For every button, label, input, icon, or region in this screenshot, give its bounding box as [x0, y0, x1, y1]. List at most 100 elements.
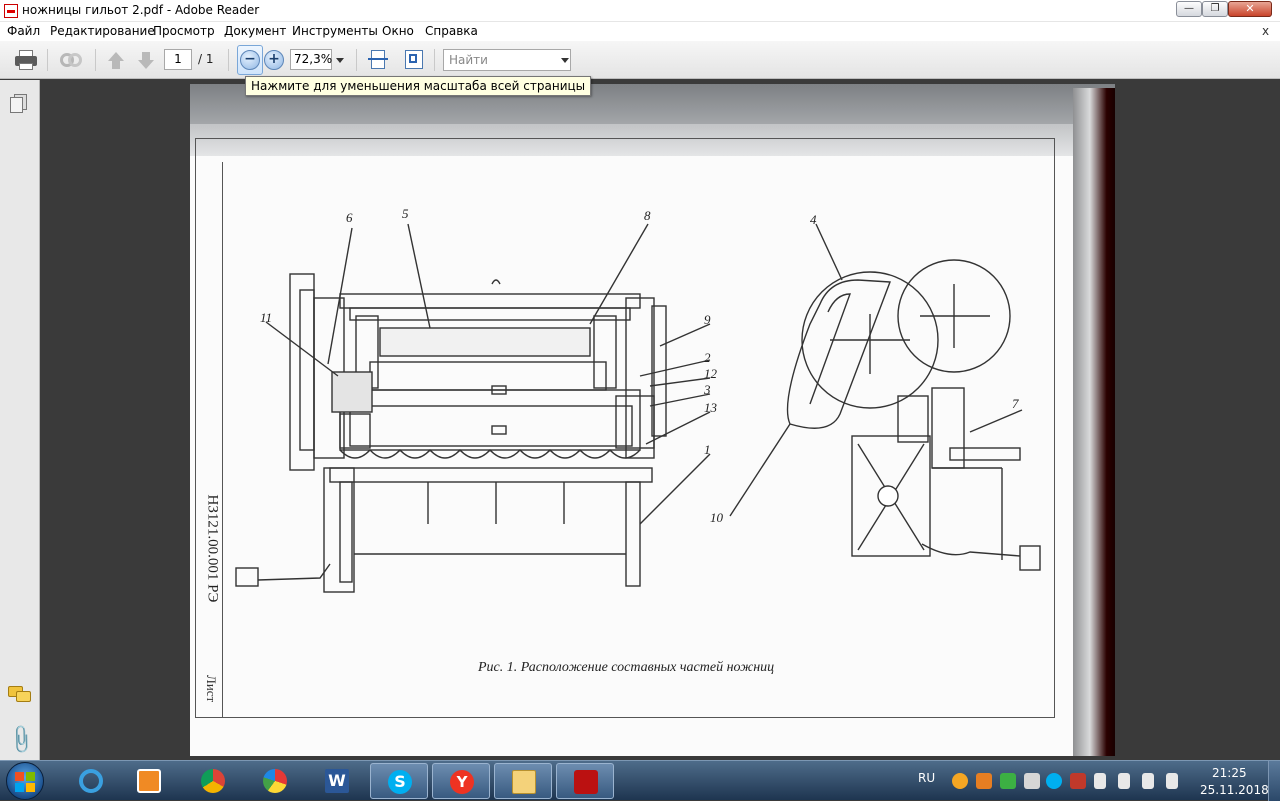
toolbar: 1 / 1 − + 72,3% Найти — [0, 41, 1280, 79]
taskbar-media-player[interactable] — [120, 763, 178, 799]
menu-edit[interactable]: Редактирование — [50, 24, 155, 38]
toolbar-separator — [47, 49, 48, 71]
callout-label: 13 — [704, 400, 718, 415]
fit-page-icon[interactable] — [404, 49, 424, 71]
windows-logo-part — [26, 783, 35, 792]
tray-app-icon[interactable] — [1024, 773, 1040, 789]
window-title: ножницы гильот 2.pdf - Adobe Reader — [22, 3, 260, 17]
minus-icon: − — [244, 51, 256, 67]
navigation-panel: 📎 — [0, 80, 40, 760]
taskbar-adobe-reader[interactable] — [556, 763, 614, 799]
attachments-icon[interactable]: 📎 — [4, 722, 39, 756]
network-icon[interactable] — [1094, 773, 1106, 789]
skype-icon: S — [388, 770, 412, 794]
taskbar-yandex[interactable]: Y — [432, 763, 490, 799]
taskbar-internet-explorer[interactable] — [62, 763, 120, 799]
pdf-page: 6 5 8 9 2 12 3 13 1 11 4 7 10 НЗ121.00.0… — [190, 84, 1115, 756]
comments-icon[interactable] — [8, 686, 32, 704]
callout-label: 3 — [703, 382, 711, 397]
windows-logo-part — [15, 783, 24, 792]
callout-label: 7 — [1012, 396, 1019, 411]
volume-icon[interactable] — [1142, 773, 1154, 789]
file-explorer-icon — [512, 770, 536, 794]
callout-label: 8 — [644, 208, 651, 223]
skype-tray-icon[interactable] — [1046, 773, 1062, 789]
menu-help[interactable]: Справка — [425, 24, 478, 38]
yandex-icon: Y — [450, 770, 474, 794]
toolbar-separator — [95, 49, 96, 71]
callout-label: 2 — [704, 350, 711, 365]
callout-label: 6 — [346, 210, 353, 225]
search-dropdown-icon[interactable] — [561, 58, 569, 63]
search-input[interactable]: Найти — [443, 49, 571, 71]
media-player-icon — [137, 769, 161, 793]
zoom-level-input[interactable]: 72,3% — [290, 49, 332, 70]
zoom-in-button[interactable]: + — [264, 50, 284, 70]
document-close-button[interactable]: x — [1262, 24, 1269, 38]
power-icon[interactable] — [1118, 773, 1130, 789]
close-button[interactable]: ✕ — [1228, 1, 1272, 17]
plus-icon: + — [268, 51, 280, 67]
word-icon: W — [325, 769, 349, 793]
next-page-icon[interactable] — [136, 52, 156, 70]
callout-label: 9 — [704, 312, 711, 327]
minimize-button[interactable]: — — [1176, 1, 1202, 17]
menu-bar: Файл Редактирование Просмотр Документ Ин… — [0, 22, 1280, 41]
language-indicator[interactable]: RU — [918, 771, 935, 785]
callout-label: 10 — [710, 510, 724, 525]
callout-label: 11 — [260, 310, 272, 325]
page-number-input[interactable]: 1 — [164, 49, 192, 70]
tray-app-icon[interactable] — [976, 773, 992, 789]
windows-logo-icon — [15, 772, 24, 781]
tray-app-icon[interactable] — [1070, 773, 1086, 789]
minimize-icon: — — [1184, 3, 1194, 14]
technical-drawing: 6 5 8 9 2 12 3 13 1 11 4 7 10 — [235, 206, 1041, 593]
figure-caption: Рис. 1. Расположение составных частей но… — [478, 660, 775, 675]
zoom-dropdown-icon[interactable] — [336, 58, 344, 63]
taskbar-skype[interactable]: S — [370, 763, 428, 799]
fit-width-icon[interactable] — [368, 49, 388, 71]
scan-page-edge — [1073, 88, 1115, 756]
print-icon[interactable] — [14, 49, 38, 71]
toolbar-separator — [228, 49, 229, 71]
close-icon: ✕ — [1245, 2, 1255, 15]
chrome-icon — [201, 769, 225, 793]
tray-app-icon[interactable] — [952, 773, 968, 789]
download-icon[interactable] — [1000, 773, 1016, 789]
taskbar: W S Y RU 21:25 25.11.2018 — [0, 760, 1280, 801]
menu-view[interactable]: Просмотр — [153, 24, 215, 38]
callout-label: 5 — [402, 206, 409, 221]
windows-logo-part — [26, 772, 35, 781]
clock-date[interactable]: 25.11.2018 — [1200, 783, 1269, 797]
taskbar-word[interactable]: W — [308, 763, 366, 799]
previous-page-icon[interactable] — [106, 52, 126, 70]
menu-tools[interactable]: Инструменты — [292, 24, 378, 38]
taskbar-yandex-browser[interactable] — [246, 763, 304, 799]
callout-label: 12 — [704, 366, 718, 381]
toolbar-separator — [434, 49, 435, 71]
pdf-app-icon — [4, 4, 18, 18]
clock-time[interactable]: 21:25 — [1212, 766, 1247, 780]
show-desktop-button[interactable] — [1268, 761, 1280, 801]
pages-panel-icon[interactable] — [10, 94, 28, 114]
yandex-browser-icon — [263, 769, 287, 793]
flag-icon[interactable] — [1166, 773, 1178, 789]
document-viewer[interactable]: 6 5 8 9 2 12 3 13 1 11 4 7 10 НЗ121.00.0… — [41, 80, 1280, 760]
collaborate-icon[interactable] — [58, 49, 84, 71]
menu-document[interactable]: Документ — [224, 24, 286, 38]
callout-label: 1 — [704, 442, 711, 457]
menu-file[interactable]: Файл — [7, 24, 40, 38]
adobe-reader-icon — [574, 770, 598, 794]
internet-explorer-icon — [79, 769, 103, 793]
zoom-out-button[interactable]: − — [240, 50, 260, 70]
sheet-label: Лист — [204, 675, 219, 703]
title-bar: ножницы гильот 2.pdf - Adobe Reader — ❐ … — [0, 0, 1280, 22]
restore-button[interactable]: ❐ — [1202, 1, 1228, 17]
toolbar-separator — [356, 49, 357, 71]
menu-window[interactable]: Окно — [382, 24, 414, 38]
taskbar-file-explorer[interactable] — [494, 763, 552, 799]
taskbar-chrome[interactable] — [184, 763, 242, 799]
zoom-out-tooltip: Нажмите для уменьшения масштаба всей стр… — [245, 76, 592, 96]
callout-label: 4 — [810, 212, 817, 227]
start-button[interactable] — [6, 762, 44, 800]
